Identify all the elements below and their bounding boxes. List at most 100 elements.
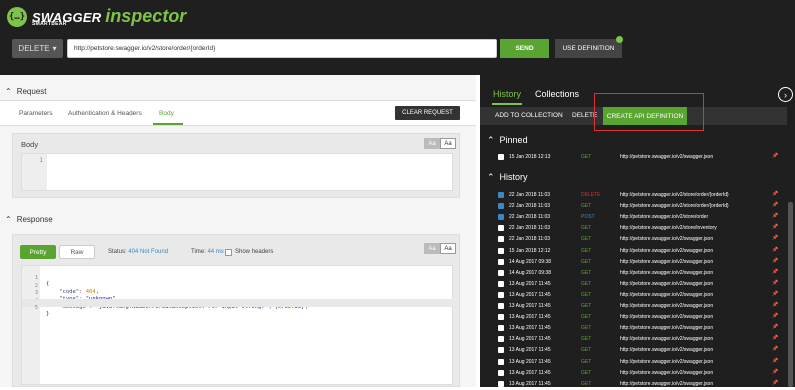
pin-icon[interactable]: 📌 xyxy=(772,213,778,219)
url-input[interactable] xyxy=(67,39,497,58)
history-row[interactable]: 13 Aug 2017 11:45 GET http://petstore.swag… xyxy=(480,290,787,301)
response-section-header[interactable]: ⌃ Response xyxy=(0,210,476,228)
history-row[interactable]: 13 Aug 2017 11:45 GET http://petstore.swag… xyxy=(480,312,787,323)
row-checkbox[interactable] xyxy=(498,203,504,210)
history-row[interactable]: 13 Aug 2017 11:45 GET http://petstore.swag… xyxy=(480,379,787,390)
pin-icon[interactable]: 📌 xyxy=(772,191,778,197)
history-row[interactable]: 15 Jan 2018 12:12 GET http://petstore.swag… xyxy=(480,246,787,257)
row-url: http://petstore.swagger.io/v2/swagger.js… xyxy=(620,358,714,365)
editor-gutter: 1 xyxy=(22,154,47,190)
font-size-toggle[interactable]: Aa Aa xyxy=(424,243,456,254)
pin-icon[interactable]: 📌 xyxy=(772,291,778,297)
pin-icon[interactable]: 📌 xyxy=(772,380,778,386)
font-small-button[interactable]: Aa xyxy=(424,138,440,149)
pin-icon[interactable]: 📌 xyxy=(772,313,778,319)
pin-icon[interactable]: 📌 xyxy=(772,269,778,275)
row-checkbox[interactable] xyxy=(498,269,504,276)
history-section-header[interactable]: ⌃ History xyxy=(480,169,787,185)
row-checkbox[interactable] xyxy=(498,380,504,387)
row-checkbox[interactable] xyxy=(498,247,504,254)
swagger-logo-icon: {…} xyxy=(7,7,27,27)
font-large-button[interactable]: Aa xyxy=(440,138,456,149)
pin-icon[interactable]: 📌 xyxy=(772,346,778,352)
row-checkbox[interactable] xyxy=(498,325,504,332)
row-method: GET xyxy=(581,269,592,276)
chevron-up-icon: ⌃ xyxy=(487,171,495,182)
history-row[interactable]: 15 Jan 2018 12:13 GET http://petstore.swag… xyxy=(480,152,787,163)
row-checkbox[interactable] xyxy=(498,358,504,365)
tab-collections[interactable]: Collections xyxy=(535,89,579,99)
tab-history[interactable]: History xyxy=(493,89,521,99)
pin-icon[interactable]: 📌 xyxy=(772,258,778,264)
pin-icon[interactable]: 📌 xyxy=(772,369,778,375)
history-row[interactable]: 13 Aug 2017 11:45 GET http://petstore.swag… xyxy=(480,301,787,312)
response-editor[interactable]: 1 { 2 "code": 404, 3 "type": "unknown", … xyxy=(21,265,454,385)
pinned-title: Pinned xyxy=(499,135,528,145)
show-headers-checkbox[interactable] xyxy=(225,249,232,256)
request-section-header[interactable]: ⌃ Request xyxy=(0,83,476,101)
pin-icon[interactable]: 📌 xyxy=(772,247,778,253)
row-checkbox[interactable] xyxy=(498,192,504,198)
pin-icon[interactable]: 📌 xyxy=(772,153,778,159)
pin-icon[interactable]: 📌 xyxy=(772,324,778,330)
row-url: http://petstore.swagger.io/v2/swagger.js… xyxy=(620,380,714,387)
pretty-button[interactable]: Pretty xyxy=(20,245,56,259)
history-row[interactable]: 22 Jan 2018 11:03 GET http://petstore.swag… xyxy=(480,201,787,212)
history-row[interactable]: 22 Jan 2018 11:03 DELETE http://petstore.s… xyxy=(480,190,787,201)
use-definition-button[interactable]: USE DEFINITION xyxy=(555,39,622,58)
history-scrollbar[interactable] xyxy=(788,202,793,387)
history-row[interactable]: 14 Aug 2017 09:38 GET http://petstore.swag… xyxy=(480,257,787,268)
row-checkbox[interactable] xyxy=(498,280,504,287)
history-row[interactable]: 13 Aug 2017 11:45 GET http://petstore.swag… xyxy=(480,345,787,356)
row-checkbox[interactable] xyxy=(498,225,504,232)
history-row[interactable]: 13 Aug 2017 11:45 GET http://petstore.swag… xyxy=(480,323,787,334)
history-row[interactable]: 13 Aug 2017 11:45 GET http://petstore.swag… xyxy=(480,279,787,290)
font-large-button[interactable]: Aa xyxy=(440,243,456,254)
history-row[interactable]: 13 Aug 2017 11:45 GET http://petstore.swag… xyxy=(480,357,787,368)
chevron-up-icon: ⌃ xyxy=(5,87,12,96)
collapse-sidebar-button[interactable]: › xyxy=(778,87,793,102)
add-to-collection-button[interactable]: ADD TO COLLECTION xyxy=(495,112,563,119)
row-date: 15 Jan 2018 12:13 xyxy=(509,154,551,160)
row-checkbox[interactable] xyxy=(498,347,504,354)
row-date: 13 Aug 2017 11:45 xyxy=(509,303,551,309)
row-checkbox[interactable] xyxy=(498,236,504,243)
tab-body[interactable]: Body xyxy=(159,110,174,117)
row-checkbox[interactable] xyxy=(498,303,504,309)
pin-icon[interactable]: 📌 xyxy=(772,358,778,364)
row-checkbox[interactable] xyxy=(498,214,504,221)
history-row[interactable]: 13 Aug 2017 11:45 GET http://petstore.swag… xyxy=(480,368,787,379)
pin-icon[interactable]: 📌 xyxy=(772,235,778,241)
history-row[interactable]: 22 Jan 2018 11:03 GET http://petstore.swag… xyxy=(480,234,787,245)
pin-icon[interactable]: 📌 xyxy=(772,302,778,308)
pinned-section-header[interactable]: ⌃ Pinned xyxy=(480,132,787,148)
row-checkbox[interactable] xyxy=(498,291,504,298)
row-checkbox[interactable] xyxy=(498,154,504,160)
body-editor[interactable]: 1 xyxy=(21,153,453,191)
pin-icon[interactable]: 📌 xyxy=(772,224,778,230)
history-row[interactable]: 22 Jan 2018 11:03 GET http://petstore.swag… xyxy=(480,223,787,234)
row-date: 15 Jan 2018 12:12 xyxy=(509,247,551,254)
row-date: 13 Aug 2017 11:45 xyxy=(509,325,551,332)
request-response-panel: ⌃ Request Parameters Authentication & He… xyxy=(0,75,476,387)
pin-icon[interactable]: 📌 xyxy=(772,280,778,286)
clear-request-button[interactable]: CLEAR REQUEST xyxy=(395,106,460,120)
tab-parameters[interactable]: Parameters xyxy=(19,110,53,117)
history-row[interactable]: 13 Aug 2017 11:45 GET http://petstore.swag… xyxy=(480,334,787,345)
pin-icon[interactable]: 📌 xyxy=(772,202,778,208)
history-row[interactable]: 14 Aug 2017 09:38 GET http://petstore.swag… xyxy=(480,268,787,279)
row-checkbox[interactable] xyxy=(498,369,504,376)
font-size-toggle[interactable]: Aa Aa xyxy=(424,138,456,149)
raw-button[interactable]: Raw xyxy=(59,245,95,259)
row-checkbox[interactable] xyxy=(498,258,504,265)
font-small-button[interactable]: Aa xyxy=(424,243,440,254)
send-button[interactable]: SEND xyxy=(500,39,549,58)
code-line: 4 "message": "java.lang.NumberFormatExce… xyxy=(22,292,454,310)
code-line: 3 "type": "unknown", xyxy=(22,284,454,302)
method-select[interactable]: DELETE ▾ xyxy=(12,39,63,58)
row-checkbox[interactable] xyxy=(498,314,504,321)
pin-icon[interactable]: 📌 xyxy=(772,335,778,341)
history-row[interactable]: 22 Jan 2018 11:03 POST http://petstore.swa… xyxy=(480,212,787,223)
tab-authentication-headers[interactable]: Authentication & Headers xyxy=(68,110,142,117)
row-checkbox[interactable] xyxy=(498,336,504,343)
